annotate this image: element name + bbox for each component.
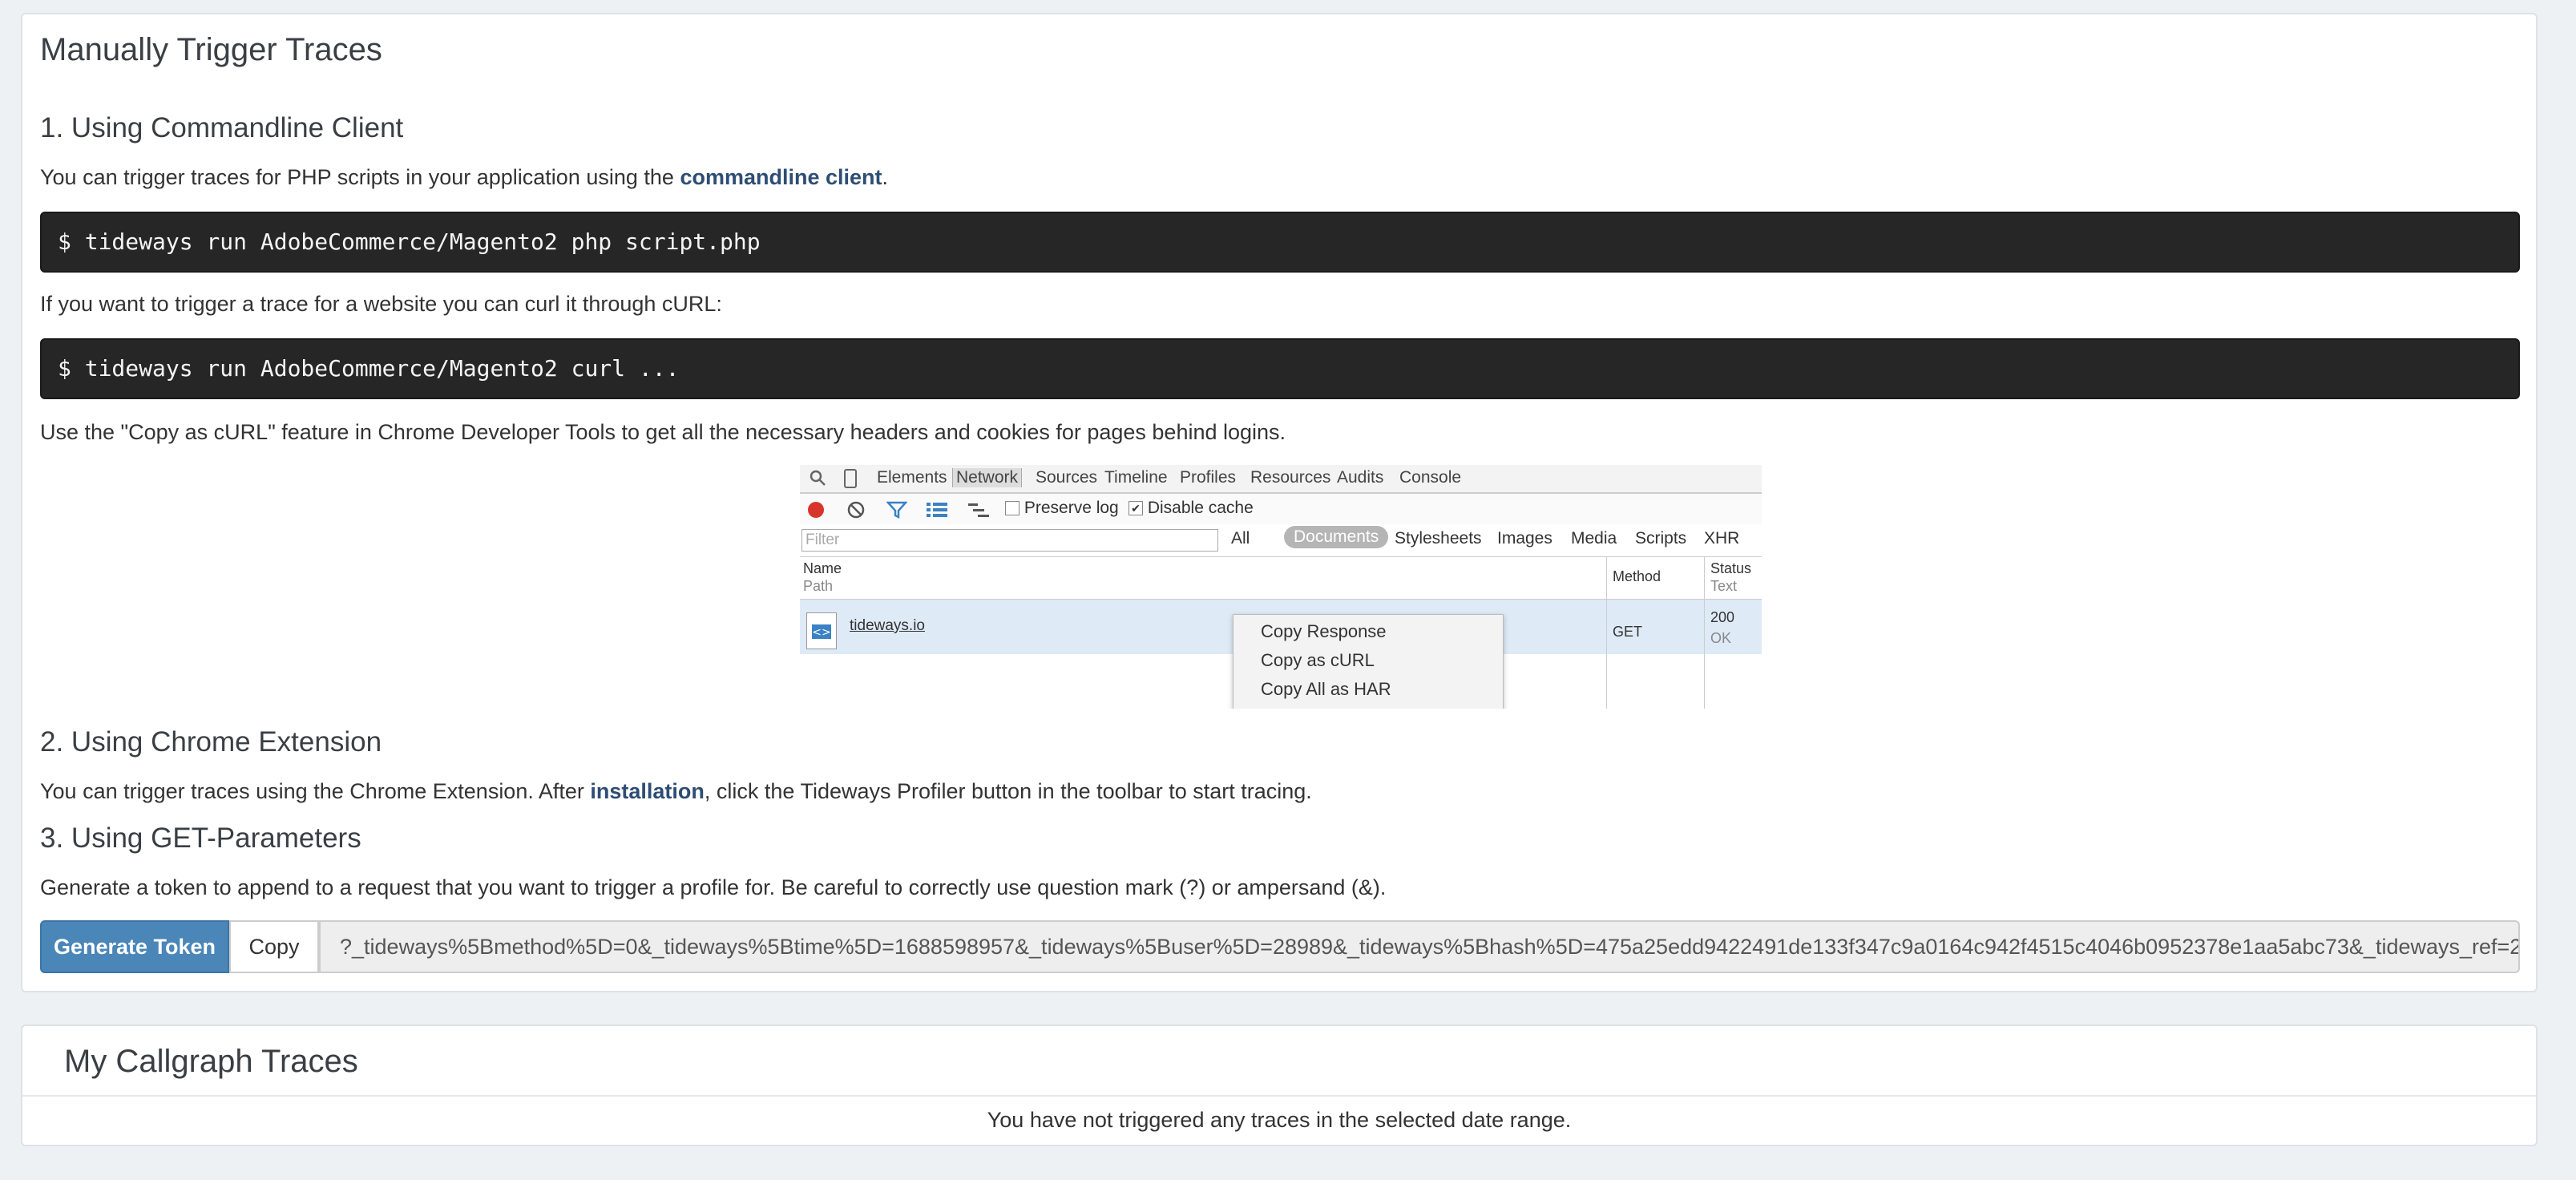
record-icon [806,500,826,524]
svg-text:<>: <> [812,626,830,639]
device-icon [843,468,858,494]
copy-as-curl-hint: Use the "Copy as cURL" feature in Chrome… [40,420,1286,444]
clear-icon [846,500,866,524]
devtools-tabbar: Elements Network Sources Timeline Profil… [800,465,1762,494]
type-stylesheets: Stylesheets [1395,529,1482,548]
devtools-tab-timeline: Timeline [1104,468,1168,487]
devtools-tab-profiles: Profiles [1180,468,1237,487]
type-scripts: Scripts [1635,529,1687,548]
context-menu: Copy Response Copy as cURL Copy All as H… [1233,614,1504,709]
devtools-tab-elements: Elements [877,468,947,487]
request-method: GET [1613,624,1643,640]
section-heading-chrome-extension: 2. Using Chrome Extension [40,726,382,758]
devtools-screenshot: Elements Network Sources Timeline Profil… [800,465,1762,709]
devtools-tab-resources: Resources [1250,468,1331,487]
type-xhr: XHR [1704,529,1740,548]
menu-copy-as-curl: Copy as cURL [1261,650,1375,670]
empty-state-message: You have not triggered any traces in the… [987,1108,1572,1132]
search-icon [808,468,827,492]
callgraph-traces-panel: My Callgraph Traces You have not trigger… [21,1024,2538,1146]
installation-link[interactable]: installation [590,779,705,803]
list-view-icon [927,502,947,523]
devtools-tab-console: Console [1399,468,1462,487]
section-heading-get-parameters: 3. Using GET-Parameters [40,822,361,854]
column-divider [1606,556,1607,709]
chrome-extension-text: You can trigger traces using the Chrome … [40,779,1312,803]
menu-copy-all-as-har: Copy All as HAR [1261,679,1391,699]
preserve-log-checkbox: Preserve log [1005,499,1119,518]
request-name: tideways.io [850,617,925,634]
waterfall-icon [968,502,989,523]
filter-icon [886,500,908,524]
callgraph-title: My Callgraph Traces [64,1044,358,1079]
disable-cache-checkbox: ✔ Disable cache [1129,499,1254,518]
col-status: Status [1710,560,1752,576]
section-heading-commandline: 1. Using Commandline Client [40,112,404,143]
code-block-php: $ tideways run AdobeCommerce/Magento2 ph… [40,212,2520,273]
type-documents: Documents [1284,526,1389,548]
devtools-table-header: Name Path Method Status Text [800,556,1762,600]
column-divider [1704,556,1705,709]
request-status: 200 [1710,609,1735,625]
generate-token-button[interactable]: Generate Token [40,920,229,973]
col-text: Text [1710,578,1738,594]
col-path: Path [803,578,834,594]
commandline-intro: You can trigger traces for PHP scripts i… [40,165,889,189]
curl-intro: If you want to trigger a trace for a web… [40,292,722,316]
token-input[interactable]: ?_tideways%5Bmethod%5D=0&_tideways%5Btim… [319,920,2520,973]
copy-token-button[interactable]: Copy [229,920,319,973]
devtools-tab-sources: Sources [1036,468,1098,487]
commandline-client-link[interactable]: commandline client [680,165,882,189]
devtools-tab-audits: Audits [1337,468,1384,487]
panel-title: Manually Trigger Traces [40,32,382,67]
col-name: Name [803,560,842,576]
request-status-text: OK [1710,630,1732,646]
document-icon: <> [806,612,837,649]
code-block-curl: $ tideways run AdobeCommerce/Magento2 cu… [40,338,2520,399]
devtools-tab-network: Network [952,468,1023,487]
col-method: Method [1613,568,1661,584]
devtools-type-filters [800,526,1762,556]
type-all: All [1231,529,1250,548]
devtools-toolbar: Preserve log ✔ Disable cache [800,494,1762,524]
menu-copy-response: Copy Response [1261,621,1387,641]
manual-traces-panel: Manually Trigger Traces 1. Using Command… [21,13,2538,992]
type-media: Media [1571,529,1617,548]
divider [22,1095,2536,1097]
get-parameters-text: Generate a token to append to a request … [40,875,1387,899]
type-images: Images [1497,529,1552,548]
